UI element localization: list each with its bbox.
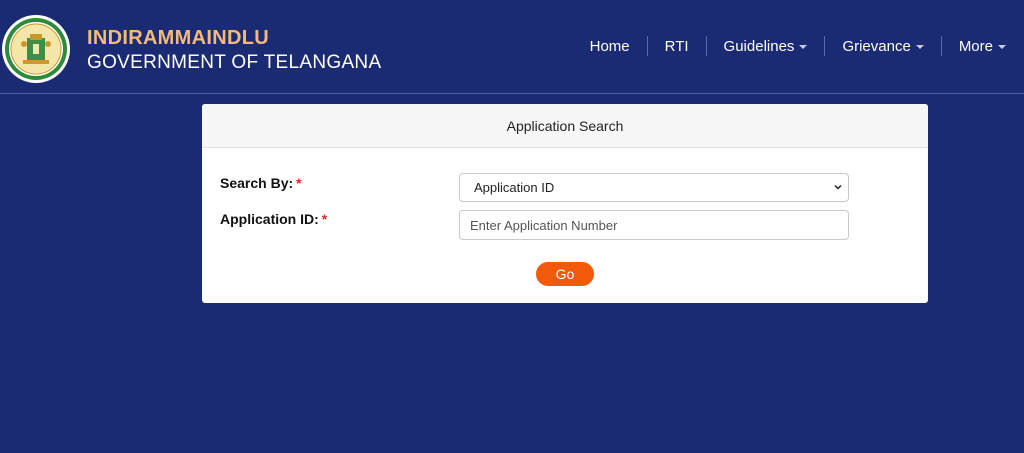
telangana-emblem-icon[interactable] <box>1 14 71 84</box>
nav-grievance[interactable]: Grievance <box>825 36 940 56</box>
chevron-down-icon <box>998 45 1006 49</box>
nav-rti-label: RTI <box>664 37 689 55</box>
application-search-card: Application Search Search By: * Applicati… <box>202 104 928 303</box>
nav-rti[interactable]: RTI <box>648 36 706 56</box>
nav-home-label: Home <box>589 37 630 55</box>
search-by-label: Search By: * <box>220 175 302 191</box>
application-id-label: Application ID: * <box>220 211 327 227</box>
nav-guidelines-label: Guidelines <box>723 37 795 55</box>
chevron-down-icon <box>799 45 808 49</box>
chevron-down-icon <box>834 184 842 190</box>
nav-more[interactable]: More <box>942 36 1006 56</box>
search-by-select[interactable]: Application ID <box>459 173 849 202</box>
application-number-input[interactable] <box>459 210 849 240</box>
nav-home[interactable]: Home <box>590 36 647 56</box>
nav-more-label: More <box>958 37 993 55</box>
main-nav: Home RTI Guidelines Grievance More <box>590 36 1006 56</box>
required-mark: * <box>321 211 328 227</box>
application-id-label-text: Application ID: <box>220 211 319 227</box>
nav-grievance-label: Grievance <box>842 37 911 55</box>
chevron-down-icon <box>915 45 924 49</box>
required-mark: * <box>296 175 302 191</box>
site-title: INDIRAMMAINDLU <box>87 27 269 49</box>
nav-guidelines[interactable]: Guidelines <box>707 36 825 56</box>
search-by-label-text: Search By: <box>220 175 294 191</box>
search-by-selected-value: Application ID <box>474 180 555 195</box>
site-header: INDIRAMMAINDLU GOVERNMENT OF TELANGANA H… <box>0 0 1024 94</box>
site-subtitle: GOVERNMENT OF TELANGANA <box>87 52 382 73</box>
go-button[interactable]: Go <box>536 262 594 286</box>
card-title: Application Search <box>202 104 928 148</box>
